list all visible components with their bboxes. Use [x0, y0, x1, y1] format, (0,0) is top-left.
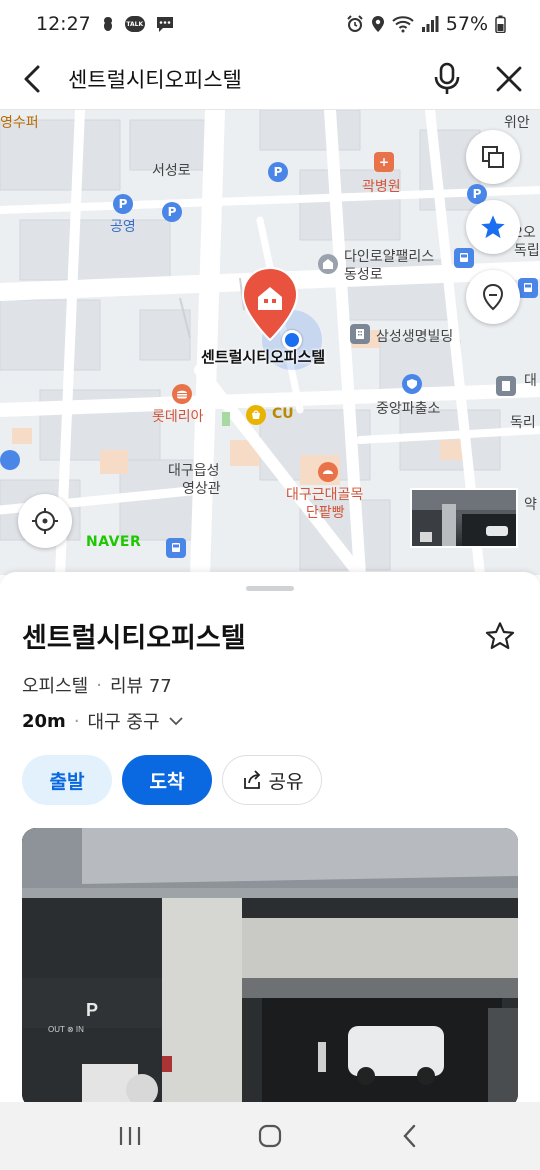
road-label: 서성로 — [152, 163, 191, 179]
search-header: 센트럴시티오피스텔 — [0, 48, 540, 110]
wifi-icon — [392, 15, 414, 33]
poi-label[interactable]: 대구근대골목 — [286, 484, 363, 504]
close-icon — [496, 66, 522, 91]
place-marker-icon[interactable] — [240, 266, 300, 344]
place-meta: 오피스텔 · 리뷰 77 — [22, 672, 172, 698]
bakery-icon[interactable] — [318, 462, 338, 482]
poi-label[interactable]: 삼성생명빌딩 — [376, 326, 453, 346]
place-title: 센트럴시티오피스텔 — [22, 623, 246, 654]
back-arrow-icon — [24, 65, 40, 92]
convenience-store-icon[interactable] — [246, 405, 266, 425]
close-button[interactable] — [478, 48, 540, 110]
poi-label[interactable]: 롯데리아 — [152, 406, 204, 426]
share-icon — [243, 770, 260, 789]
office-building-icon[interactable] — [350, 324, 370, 344]
depart-button[interactable]: 출발 — [22, 755, 112, 805]
layers-button[interactable] — [466, 130, 520, 184]
signal-icon — [421, 15, 439, 33]
poi-label[interactable]: 대구읍성 — [168, 460, 220, 480]
chevron-down-icon — [168, 717, 183, 726]
place-photo-image: P OUT ⊗ IN — [22, 828, 518, 1108]
star-outline-icon — [485, 622, 515, 650]
home-button[interactable] — [240, 1106, 300, 1166]
voice-search-button[interactable] — [416, 48, 478, 110]
location-icon — [371, 15, 385, 33]
back-chevron-icon — [403, 1124, 416, 1148]
poi-label[interactable]: 독리 — [510, 412, 536, 432]
photo-sign-sub: OUT ⊗ IN — [48, 1025, 84, 1034]
arrive-button[interactable]: 도착 — [122, 755, 212, 805]
street-view-image — [412, 490, 516, 546]
meta-separator: · — [96, 674, 102, 696]
search-query[interactable]: 센트럴시티오피스텔 — [64, 64, 416, 94]
place-category: 오피스텔 — [22, 676, 89, 697]
poi-label[interactable]: 공영 — [110, 216, 136, 236]
layers-icon — [482, 146, 504, 168]
share-button[interactable]: 공유 — [222, 755, 322, 805]
sheet-drag-handle[interactable] — [246, 586, 294, 591]
fastfood-icon[interactable] — [172, 384, 192, 404]
poi-label[interactable]: 영수퍼 — [0, 112, 39, 132]
hospital-icon[interactable]: + — [374, 152, 394, 172]
kakaotalk-icon: TALK — [124, 16, 145, 32]
poi-label[interactable]: 다인로얄팰리스 — [344, 246, 434, 266]
parking-icon[interactable]: P — [268, 162, 288, 182]
share-label: 공유 — [268, 770, 304, 793]
alarm-icon — [346, 15, 364, 33]
poi-label[interactable]: 동성로 — [344, 264, 383, 284]
star-filled-icon — [481, 215, 505, 239]
recent-apps-icon — [119, 1127, 141, 1145]
saved-places-button[interactable] — [466, 270, 520, 324]
poi-label[interactable]: CU — [272, 406, 294, 422]
screen: 12:27 TALK 57% 센트럴시티오피스텔 영수퍼 위안 서성로 P P … — [0, 0, 540, 1170]
parking-icon[interactable]: P — [162, 202, 182, 222]
save-place-button[interactable] — [480, 616, 520, 656]
place-location[interactable]: 20m · 대구 중구 — [22, 708, 184, 734]
chat-icon — [155, 15, 175, 33]
poi-label[interactable]: 영상관 — [182, 478, 221, 498]
office-building-icon[interactable] — [496, 376, 516, 396]
recent-apps-button[interactable] — [100, 1106, 160, 1166]
police-icon[interactable] — [402, 374, 422, 394]
place-region: 대구 중구 — [87, 712, 160, 733]
poi-label[interactable]: 곽병원 — [362, 176, 401, 196]
favorites-map-button[interactable] — [466, 200, 520, 254]
back-button[interactable] — [0, 48, 64, 110]
building-icon[interactable] — [318, 254, 338, 274]
poi-label[interactable]: 위안 — [504, 112, 530, 132]
place-photo[interactable]: P OUT ⊗ IN — [22, 828, 518, 1108]
poi-label[interactable]: 대 — [524, 370, 537, 390]
home-icon — [258, 1124, 282, 1148]
poi-label[interactable]: 중앙파출소 — [376, 398, 440, 418]
meta-separator: · — [73, 710, 80, 732]
street-view-thumbnail[interactable] — [410, 488, 518, 548]
marker-label[interactable]: 센트럴시티오피스텔 — [201, 346, 325, 367]
battery-icon — [495, 15, 506, 33]
crosshair-icon — [32, 508, 58, 534]
location-pin-icon — [482, 283, 504, 311]
battery-percent: 57% — [445, 13, 488, 35]
poi-label[interactable]: 독립 — [514, 240, 540, 260]
place-detail-sheet: 센트럴시티오피스텔 오피스텔 · 리뷰 77 20m · 대구 중구 출발 도착… — [0, 572, 540, 1108]
action-buttons: 출발 도착 공유 — [22, 755, 322, 805]
status-time: 12:27 — [36, 13, 91, 35]
bus-stop-icon[interactable] — [166, 538, 186, 558]
review-count-link[interactable]: 리뷰 77 — [110, 672, 172, 698]
system-nav-bar — [0, 1102, 540, 1170]
poi-label[interactable]: 단팥빵 — [306, 502, 345, 522]
photo-sign-p: P — [86, 1000, 98, 1020]
microphone-icon — [434, 62, 460, 94]
map-view[interactable]: 영수퍼 위안 서성로 P P 공영 P P + 곽병원 다인로얄팰리스 동성로 … — [0, 110, 540, 575]
parking-icon[interactable]: P — [113, 194, 133, 214]
notification-icon — [101, 15, 115, 33]
bus-stop-icon[interactable] — [518, 278, 538, 298]
poi-label[interactable]: 약 — [524, 494, 537, 514]
parking-icon[interactable] — [0, 450, 20, 470]
system-back-button[interactable] — [380, 1106, 440, 1166]
status-bar: 12:27 TALK 57% — [0, 0, 540, 48]
place-distance: 20m — [22, 710, 66, 732]
my-location-button[interactable] — [18, 494, 72, 548]
bus-stop-icon[interactable] — [454, 248, 474, 268]
naver-logo: NAVER — [86, 534, 142, 550]
